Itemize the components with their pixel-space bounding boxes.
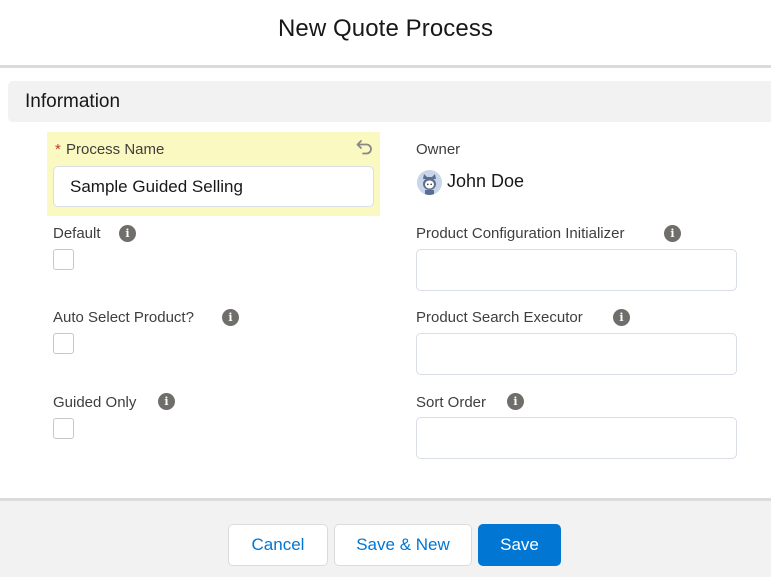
sort-order-label: Sort Order (416, 394, 487, 411)
info-icon[interactable]: i (507, 393, 524, 410)
auto-select-product-label: Auto Select Product? (53, 309, 194, 326)
owner-name-link[interactable]: John Doe (447, 171, 524, 192)
owner-label: Owner (416, 141, 461, 158)
modal-header: New Quote Process (0, 0, 771, 68)
product-configuration-initializer-label: Product Configuration Initializer (416, 225, 625, 242)
process-name-label: Process Name (66, 141, 165, 158)
info-icon[interactable]: i (222, 309, 239, 326)
default-checkbox[interactable] (53, 249, 74, 270)
save-and-new-button[interactable]: Save & New (334, 524, 472, 566)
product-search-executor-input[interactable] (416, 333, 737, 375)
product-search-executor-label: Product Search Executor (416, 309, 583, 326)
process-name-field: * Process Name (47, 132, 380, 216)
guided-only-checkbox[interactable] (53, 418, 74, 439)
section-header-information[interactable]: Information (8, 81, 771, 122)
product-configuration-initializer-input[interactable] (416, 249, 737, 291)
guided-only-label: Guided Only (53, 394, 137, 411)
undo-icon[interactable] (355, 137, 375, 157)
cancel-button[interactable]: Cancel (228, 524, 328, 566)
default-label: Default (53, 225, 101, 242)
process-name-input[interactable] (53, 166, 374, 207)
save-button[interactable]: Save (478, 524, 561, 566)
user-avatar-icon (417, 170, 442, 195)
sort-order-input[interactable] (416, 417, 737, 459)
info-icon[interactable]: i (119, 225, 136, 242)
required-marker: * (55, 141, 61, 158)
modal-title: New Quote Process (277, 15, 494, 42)
auto-select-product-checkbox[interactable] (53, 333, 74, 354)
modal-footer: Cancel Save & New Save (0, 498, 771, 577)
info-icon[interactable]: i (613, 309, 630, 326)
info-icon[interactable]: i (664, 225, 681, 242)
info-icon[interactable]: i (158, 393, 175, 410)
section-title: Information (25, 91, 121, 112)
